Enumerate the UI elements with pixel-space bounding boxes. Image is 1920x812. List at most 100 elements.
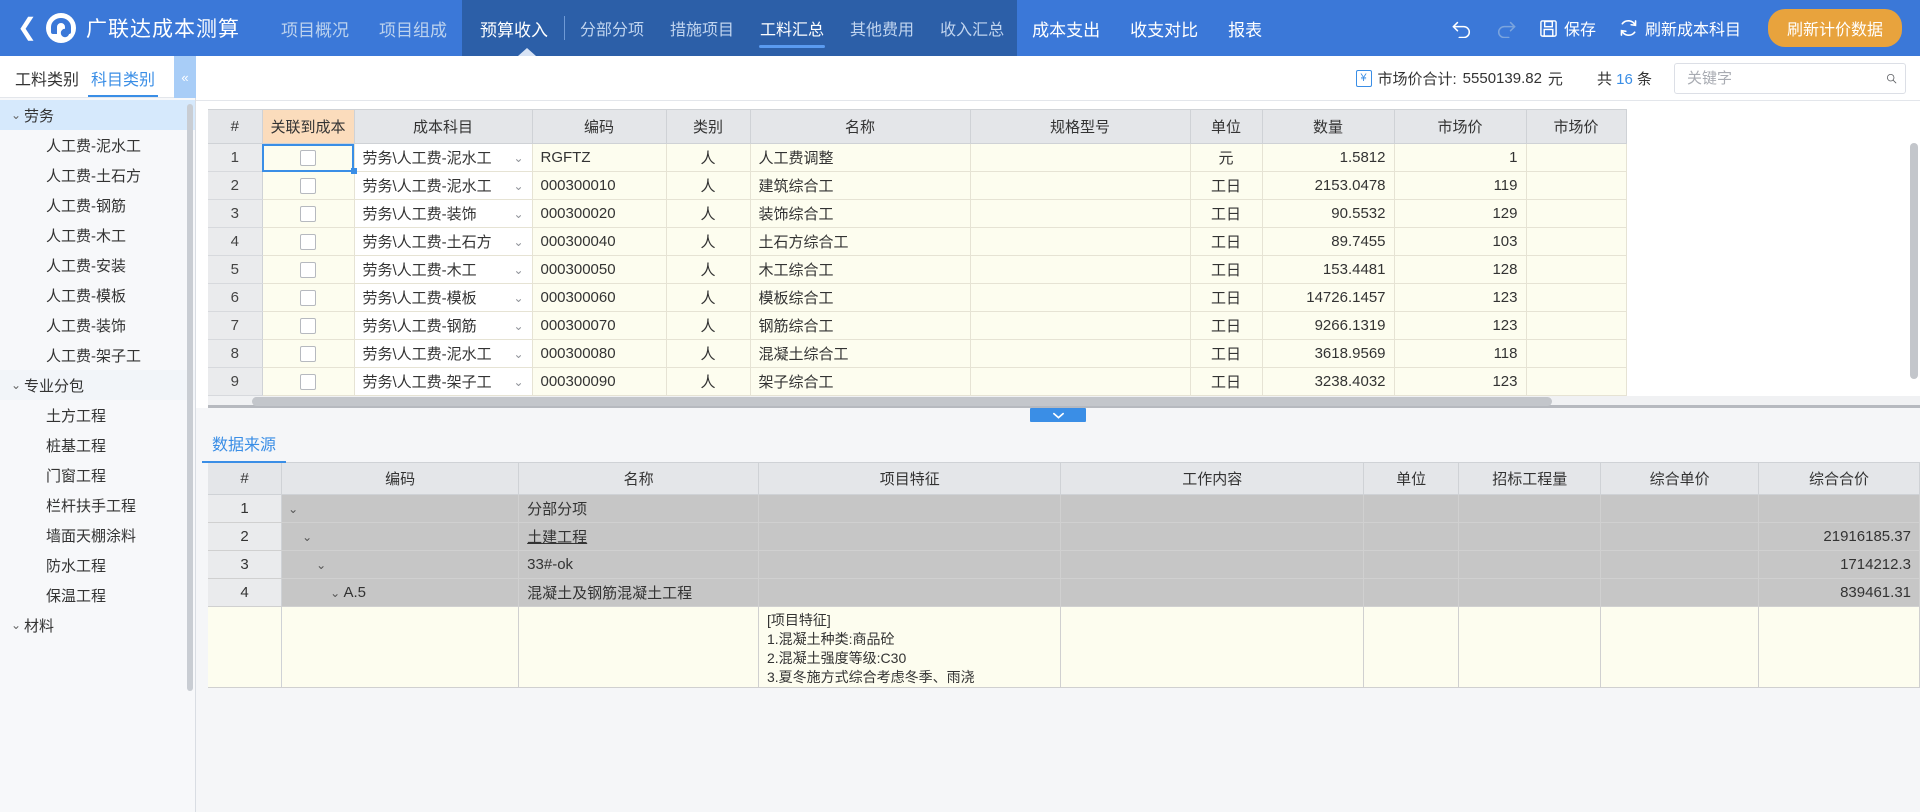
link-to-cost-cell[interactable] [262,283,355,312]
code-cell[interactable]: 000300090 [532,367,667,396]
data-source-row[interactable]: 2 ⌄ 土建工程 21916185.37 [208,522,1920,551]
unit-price-cell[interactable] [1600,606,1760,688]
code-cell[interactable]: 000300010 [532,171,667,200]
data-source-column-header-1[interactable]: 编码 [281,462,520,495]
chevron-down-icon[interactable]: ⌄ [507,319,523,333]
sidebar-item-1[interactable]: 人工费-泥水工 [0,130,195,160]
market-price-extra-cell[interactable] [1526,311,1627,340]
quantity-cell[interactable]: 89.7455 [1262,227,1395,256]
nav-item-budget-income[interactable]: 预算收入 [462,0,562,56]
category-cell[interactable]: 人 [666,283,751,312]
tab-data-source[interactable]: 数据来源 [201,431,287,463]
unit-cell[interactable]: 工日 [1190,171,1263,200]
sidebar-item-16[interactable]: 保温工程 [0,580,195,610]
sidebar-item-5[interactable]: 人工费-安装 [0,250,195,280]
chevron-down-icon[interactable]: ⌄ [507,263,523,277]
expand-chevron-icon[interactable]: ⌄ [302,530,312,544]
link-to-cost-checkbox[interactable] [300,149,316,166]
link-to-cost-cell[interactable] [262,255,355,284]
search-icon[interactable] [1886,69,1897,88]
link-to-cost-cell[interactable] [262,143,356,174]
data-source-column-header-0[interactable]: # [208,462,283,495]
market-price-cell[interactable]: 123 [1394,283,1527,312]
cost-subject-select[interactable]: 劳务\人工费-钢筋 ⌄ [354,311,533,340]
quantity-cell[interactable]: 3238.4032 [1262,367,1395,396]
unit-cell[interactable] [1363,606,1460,688]
sidebar-item-12[interactable]: 门窗工程 [0,460,195,490]
unit-price-cell[interactable] [1600,578,1760,607]
spec-cell[interactable] [970,143,1191,172]
unit-cell[interactable]: 工日 [1190,339,1263,368]
column-header-6[interactable]: 规格型号 [970,109,1191,144]
name-cell[interactable]: 人工费调整 [750,143,971,172]
name-cell[interactable]: 混凝土及钢筋混凝土工程 [518,578,759,607]
category-cell[interactable]: 人 [666,143,751,172]
chevron-down-icon[interactable]: ⌄ [8,378,24,392]
quantity-cell[interactable]: 153.4481 [1262,255,1395,284]
panel-splitter[interactable] [196,408,1920,424]
link-to-cost-checkbox[interactable] [300,373,316,390]
link-to-cost-checkbox[interactable] [300,317,316,334]
search-box[interactable] [1674,62,1906,94]
chevron-down-icon[interactable]: ⌄ [507,291,523,305]
link-to-cost-cell[interactable] [262,171,355,200]
column-header-9[interactable]: 市场价 [1394,109,1527,144]
column-header-7[interactable]: 单位 [1190,109,1263,144]
unit-price-cell[interactable] [1600,550,1760,579]
market-price-cell[interactable]: 1 [1394,143,1527,172]
link-to-cost-checkbox[interactable] [300,205,316,222]
table-row[interactable]: 2 劳务\人工费-泥水工 ⌄ 000300010 人建筑综合工 工日 2153.0478 11… [208,171,1627,200]
tab-shouru-huizong[interactable]: 收入汇总 [927,0,1017,56]
sidebar-item-4[interactable]: 人工费-木工 [0,220,195,250]
table-row[interactable]: 4 劳务\人工费-土石方 ⌄ 000300040 人土石方综合工 工日 89.7455 103 [208,227,1627,256]
work-content-cell[interactable] [1060,550,1364,579]
expand-chevron-icon[interactable]: ⌄ [330,586,340,600]
link-to-cost-checkbox[interactable] [300,233,316,250]
nav-item-project-overview[interactable]: 项目概况 [266,0,364,56]
chevron-down-icon[interactable]: ⌄ [507,375,523,389]
category-cell[interactable]: 人 [666,227,751,256]
quantity-cell[interactable]: 3618.9569 [1262,339,1395,368]
market-price-extra-cell[interactable] [1526,283,1627,312]
data-source-column-header-8[interactable]: 综合合价 [1758,462,1920,495]
market-price-extra-cell[interactable] [1526,143,1627,172]
data-source-column-header-6[interactable]: 招标工程量 [1458,462,1602,495]
refresh-pricing-data-button[interactable]: 刷新计价数据 [1767,9,1902,47]
column-header-8[interactable]: 数量 [1262,109,1395,144]
code-cell[interactable]: 000300050 [532,255,667,284]
quantity-cell[interactable]: 14726.1457 [1262,283,1395,312]
expand-chevron-icon[interactable]: ⌄ [288,502,298,516]
column-header-3[interactable]: 编码 [532,109,667,144]
data-source-row[interactable]: 4 ⌄ A.5 混凝土及钢筋混凝土工程 839461.31 [208,578,1920,607]
unit-cell[interactable] [1363,522,1460,551]
category-cell[interactable]: 人 [666,255,751,284]
column-header-5[interactable]: 名称 [750,109,971,144]
unit-cell[interactable] [1363,494,1460,523]
unit-cell[interactable]: 工日 [1190,367,1263,396]
link-to-cost-cell[interactable] [262,339,355,368]
tab-fenbu-fenxiang[interactable]: 分部分项 [567,0,657,56]
chevron-down-icon[interactable]: ⌄ [507,151,523,165]
market-price-extra-cell[interactable] [1526,199,1627,228]
spec-cell[interactable] [970,227,1191,256]
data-source-row[interactable]: 3 ⌄ 33#-ok 1714212.3 [208,550,1920,579]
sidebar-group-17[interactable]: ⌄ 材料 [0,610,195,640]
market-price-extra-cell[interactable] [1526,227,1627,256]
link-to-cost-checkbox[interactable] [300,289,316,306]
data-source-detail-row[interactable]: [项目特征] 1.混凝土种类:商品砼 2.混凝土强度等级:C30 3.夏冬施方式综合考… [208,606,1920,688]
data-source-column-header-4[interactable]: 工作内容 [1060,462,1364,495]
table-row[interactable]: 1 劳务\人工费-泥水工 ⌄ RGFTZ 人人工费调整元 1.5812 1 [208,143,1627,174]
name-cell[interactable]: 木工综合工 [750,255,971,284]
sidebar-item-6[interactable]: 人工费-模板 [0,280,195,310]
cost-subject-select[interactable]: 劳务\人工费-架子工 ⌄ [354,367,533,396]
chevron-down-icon[interactable]: ⌄ [507,179,523,193]
main-grid-horizontal-scrollbar[interactable] [208,396,1920,408]
total-price-cell[interactable] [1758,494,1920,523]
chevron-down-icon[interactable]: ⌄ [507,207,523,221]
sidebar-collapse-button[interactable]: « [174,56,196,98]
spec-cell[interactable] [970,367,1191,396]
code-cell[interactable]: 000300020 [532,199,667,228]
column-header-1[interactable]: 关联到成本 [262,109,355,144]
market-price-cell[interactable]: 123 [1394,311,1527,340]
sidebar-item-14[interactable]: 墙面天棚涂料 [0,520,195,550]
